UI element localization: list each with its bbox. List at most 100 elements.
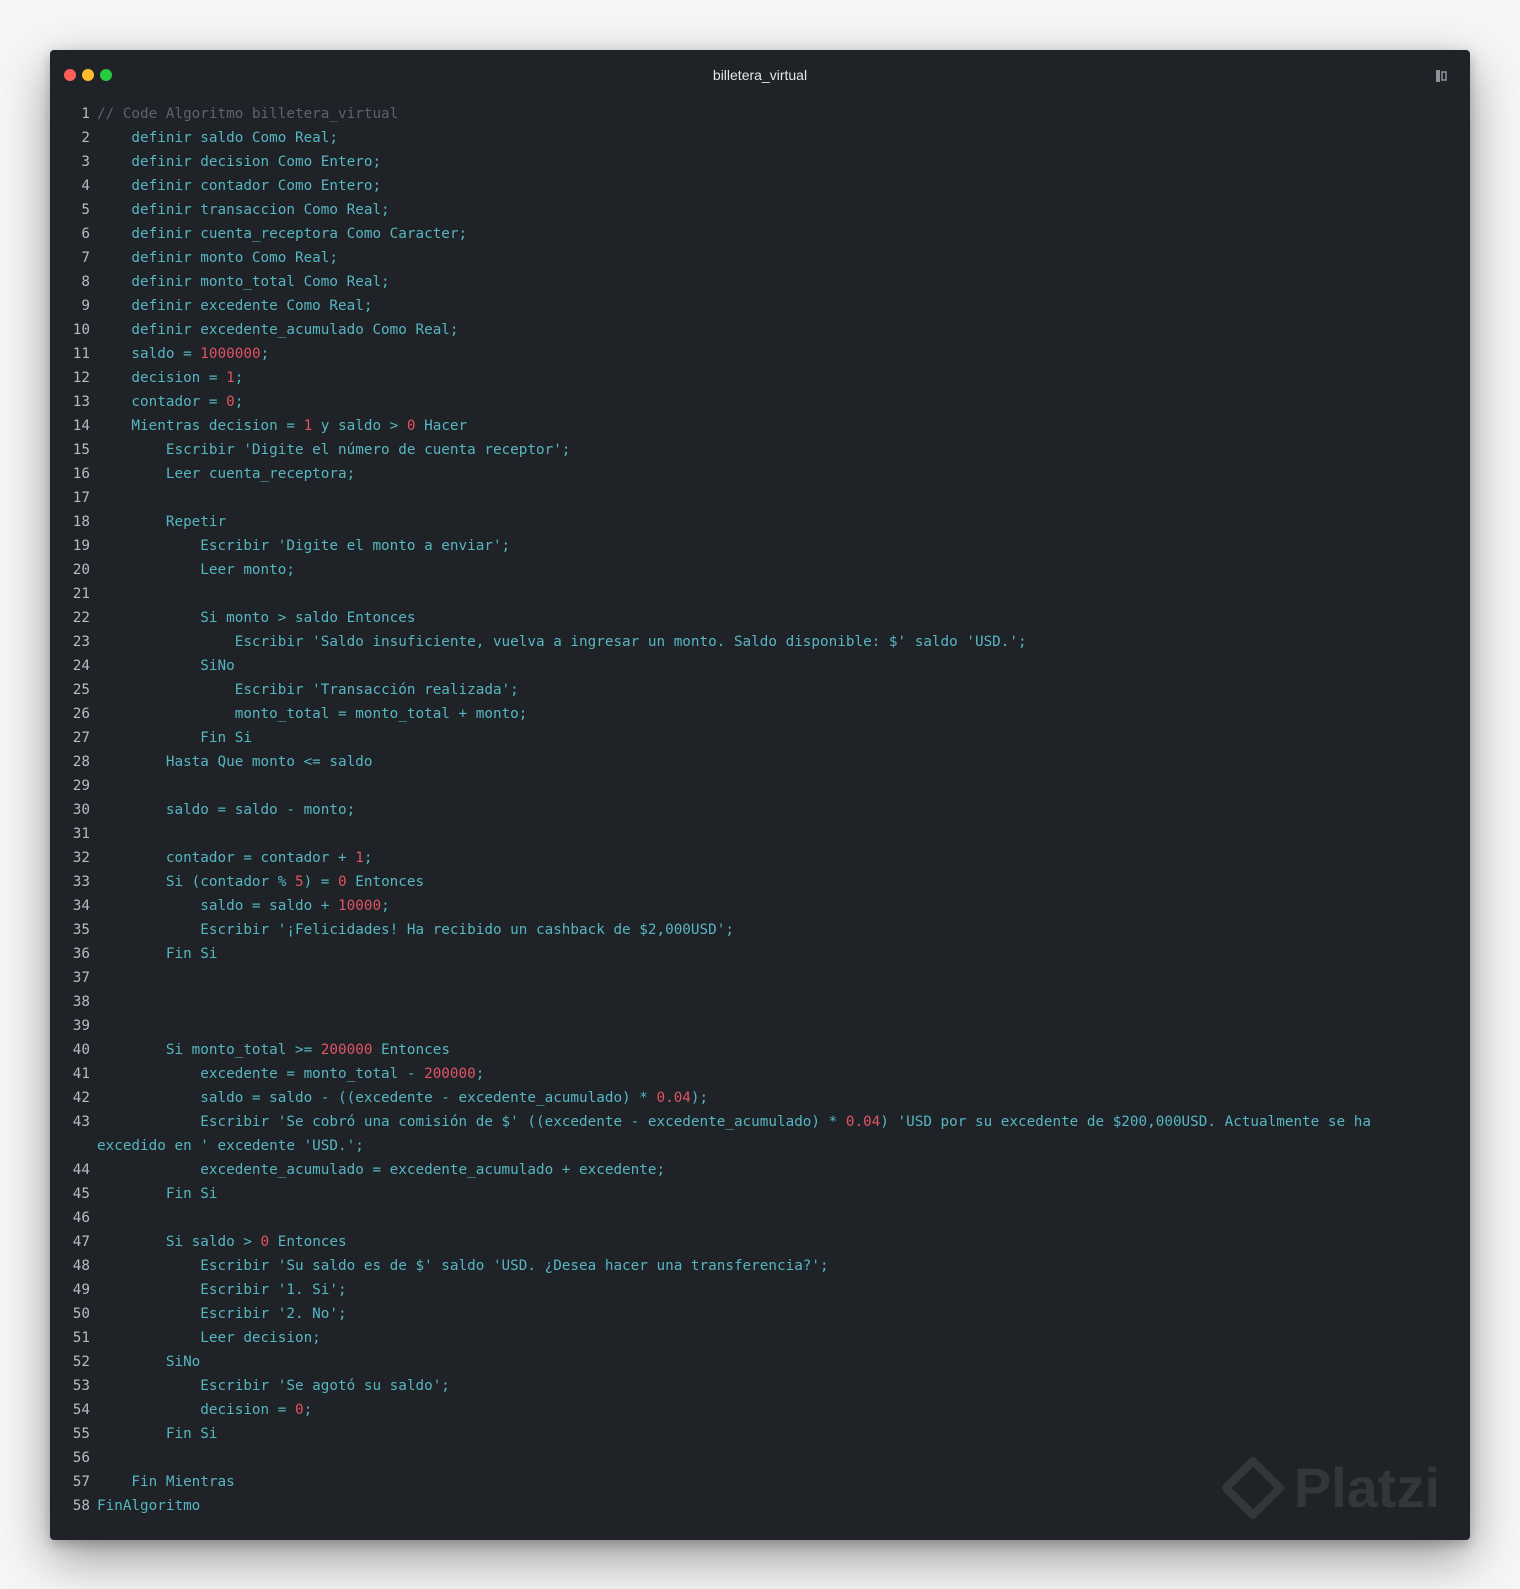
code-token: Fin Si [97,730,252,746]
code-line: 4 definir contador Como Entero; [50,174,1470,198]
line-text: definir contador Como Entero; [97,174,1470,198]
code-token: definir transaccion Como Real; [97,202,390,218]
line-text: Fin Si [97,1182,1470,1206]
code-line: 25 Escribir 'Transacción realizada'; [50,678,1470,702]
line-text: Leer decision; [97,1326,1470,1350]
line-text: contador = contador + 1; [97,846,1470,870]
code-line: 41 excedente = monto_total - 200000; [50,1062,1470,1086]
code-number: 0.04 [845,1114,881,1130]
code-number: 1 [226,370,235,386]
code-line: 30 saldo = saldo - monto; [50,798,1470,822]
line-number: 38 [72,994,90,1010]
line-text: Escribir 'Digite el monto a enviar'; [97,534,1470,558]
code-line: 19 Escribir 'Digite el monto a enviar'; [50,534,1470,558]
line-text: definir excedente Como Real; [97,294,1470,318]
code-token: ; [234,394,244,410]
code-number: 0 [226,394,235,410]
line-text: Escribir '1. Si'; [97,1278,1470,1302]
code-token: saldo = saldo - ((excedente - excedente_… [97,1090,657,1106]
code-window: billetera_virtual 1 // Code Algoritmo bil… [50,50,1470,1540]
line-number: 5 [81,202,90,218]
code-token: Fin Si [97,946,218,962]
line-text: Si monto > saldo Entonces [97,606,1470,630]
code-token: SiNo [97,658,235,674]
code-token: Entonces [372,1042,450,1058]
line-text: monto_total = monto_total + monto; [97,702,1470,726]
line-number: 21 [72,586,90,602]
code-token: ; [234,370,244,386]
line-number: 14 [72,418,90,434]
code-token: Escribir '1. Si'; [97,1282,347,1298]
code-line: 12 decision = 1; [50,366,1470,390]
line-number: 19 [72,538,90,554]
line-number: 13 [72,394,90,410]
line-number: 55 [72,1426,90,1442]
line-text: contador = 0; [97,390,1470,414]
code-token: Escribir 'Su saldo es de $' saldo 'USD. … [97,1258,829,1274]
line-text: saldo = saldo + 10000; [97,894,1470,918]
line-number: 41 [72,1066,90,1082]
line-number: 11 [72,346,90,362]
line-number: 52 [72,1354,90,1370]
window-title: billetera_virtual [712,67,808,83]
line-number: 33 [72,874,90,890]
code-token: Fin Si [97,1186,218,1202]
code-token: Fin Si [97,1426,218,1442]
line-number: 46 [72,1210,90,1226]
code-token: ); [690,1090,709,1106]
code-line: 54 decision = 0; [50,1398,1470,1422]
code-line: 35 Escribir '¡Felicidades! Ha recibido u… [50,918,1470,942]
line-text: saldo = saldo - monto; [97,798,1470,822]
code-token: contador = [97,394,227,410]
line-text: excedente = monto_total - 200000; [97,1062,1470,1086]
code-line: 32 contador = contador + 1; [50,846,1470,870]
line-text: Leer monto; [97,558,1470,582]
line-text: Leer cuenta_receptora; [97,462,1470,486]
line-number: 2 [81,130,90,146]
code-line: 5 definir transaccion Como Real; [50,198,1470,222]
platzi-logo-icon [1221,1456,1284,1519]
line-number: 58 [72,1498,90,1514]
code-token: Hacer [415,418,468,434]
code-line: 53 Escribir 'Se agotó su saldo'; [50,1374,1470,1398]
line-text: Escribir 'Se agotó su saldo'; [97,1374,1470,1398]
line-text: Escribir 'Digite el número de cuenta rec… [97,438,1470,462]
code-line: 7 definir monto Como Real; [50,246,1470,270]
code-line: 47 Si saldo > 0 Entonces [50,1230,1470,1254]
code-comment: // Code Algoritmo billetera_virtual [97,106,399,122]
code-line: 24 SiNo [50,654,1470,678]
line-number: 25 [72,682,90,698]
line-number: 45 [72,1186,90,1202]
code-line: 2 definir saldo Como Real; [50,126,1470,150]
code-token: Escribir 'Digite el número de cuenta rec… [97,442,571,458]
code-token: excedente_acumulado = excedente_acumulad… [97,1162,666,1178]
line-text: Fin Si [97,726,1470,750]
line-number: 20 [72,562,90,578]
line-text: SiNo [97,654,1470,678]
code-token: Entonces [346,874,425,890]
code-line: 1 // Code Algoritmo billetera_virtual [50,102,1470,126]
line-text: saldo = 1000000; [97,342,1470,366]
code-editor[interactable]: 1 // Code Algoritmo billetera_virtual 2 de… [50,102,1470,1518]
code-line: 29 [50,774,1470,798]
code-token: saldo = [97,346,201,362]
code-token: monto_total = monto_total + monto; [97,706,528,722]
line-number: 23 [72,634,90,650]
code-token: definir contador Como Entero; [97,178,382,194]
code-token: ; [260,346,270,362]
code-line: 52 SiNo [50,1350,1470,1374]
line-text: saldo = saldo - ((excedente - excedente_… [97,1086,1470,1110]
code-token: Si saldo > [97,1234,261,1250]
code-token: Escribir 'Se cobró una comisión de $' ((… [97,1114,846,1130]
code-line: 40 Si monto_total >= 200000 Entonces [50,1038,1470,1062]
copy-icon[interactable] [1434,68,1450,84]
line-number: 48 [72,1258,90,1274]
code-line: 18 Repetir [50,510,1470,534]
code-token: Escribir 'Se agotó su saldo'; [97,1378,450,1394]
line-number: 34 [72,898,90,914]
code-line: 39 [50,1014,1470,1038]
code-token: ) = [303,874,339,890]
code-line: 49 Escribir '1. Si'; [50,1278,1470,1302]
line-number: 53 [72,1378,90,1394]
code-line: 15 Escribir 'Digite el número de cuenta … [50,438,1470,462]
